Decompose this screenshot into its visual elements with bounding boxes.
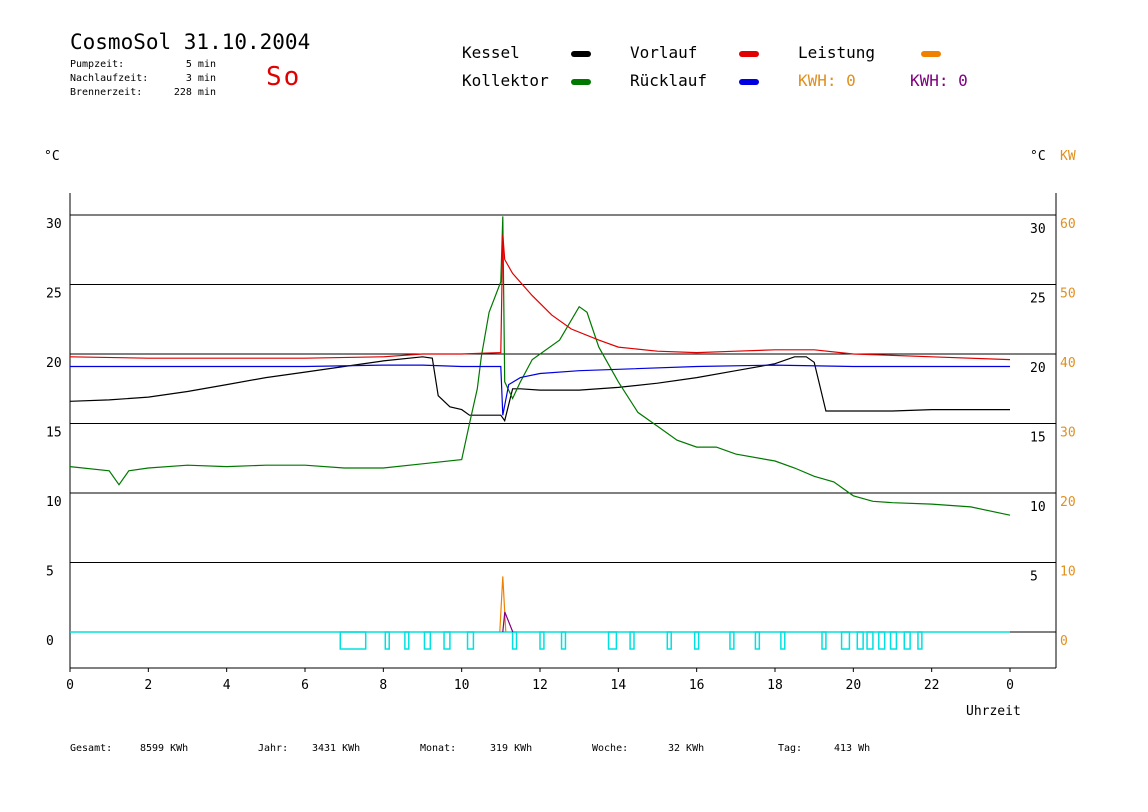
pump-pulse [917, 631, 923, 650]
y-tick-label-left: 30 [46, 217, 62, 232]
x-tick-label: 22 [924, 678, 940, 693]
grid-lines [70, 214, 1056, 563]
y-tick-label-right: 30 [1030, 222, 1046, 237]
y-axis-unit-right: °C [1030, 149, 1046, 164]
pump-pulse [780, 631, 786, 650]
footer-jahr-label: Jahr: [258, 743, 289, 754]
pump-pulse [607, 631, 618, 650]
power-spike [499, 576, 507, 633]
pump-pulse [539, 631, 545, 650]
x-tick-label: 0 [66, 678, 74, 693]
pump-pulse [384, 631, 390, 650]
y-tick-label-right: 25 [1030, 292, 1046, 307]
pump-pulse [693, 631, 700, 650]
x-tick-label: 14 [611, 678, 627, 693]
y-tick-label-left: 15 [46, 426, 62, 441]
series-line-vorlauf [69, 234, 1011, 361]
chart-axes [69, 193, 1057, 669]
x-tick-label: 12 [532, 678, 548, 693]
pump-pulse [840, 631, 851, 650]
tick-labels: 0 2 4 6 8 10 12 14 16 18 20 22 0 0 5 10 15 20 25 30 5 10 15 20 2… [46, 217, 1076, 693]
y-tick-label-kw: 10 [1060, 565, 1076, 580]
pump-pulse [856, 631, 864, 650]
pump-pulse [404, 631, 410, 650]
x-tick-label: 0 [1006, 678, 1014, 693]
footer-gesamt-label: Gesamt: [70, 743, 113, 754]
pump-pulse [754, 631, 761, 650]
pump-pulse [629, 631, 635, 650]
y-tick-label-kw: 60 [1060, 217, 1076, 232]
pump-pulse [443, 631, 451, 650]
y-tick-label-left: 10 [46, 495, 62, 510]
footer-jahr-value: 3431 KWh [312, 743, 361, 754]
y-tick-label-kw: 20 [1060, 495, 1076, 510]
power-spike-secondary [502, 611, 514, 633]
y-tick-label-right: 10 [1030, 500, 1046, 515]
y-tick-label-kw: 40 [1060, 356, 1076, 371]
y-tick-label-left: 20 [46, 356, 62, 371]
pump-pulse [560, 631, 567, 650]
y-tick-label-right: 15 [1030, 431, 1046, 446]
y-tick-label-left: 25 [46, 287, 62, 302]
y-tick-label-left: 5 [46, 565, 54, 580]
x-tick-label: 16 [689, 678, 705, 693]
x-axis-label: Uhrzeit [966, 704, 1021, 719]
temperature-chart: 0 2 4 6 8 10 12 14 16 18 20 22 0 0 5 10 15 20 25 30 5 10 15 20 2… [44, 149, 1076, 719]
pump-pulse [666, 631, 672, 650]
y-axis-unit-kw: KW [1060, 149, 1076, 164]
y-tick-label-right: 20 [1030, 361, 1046, 376]
x-tick-label: 4 [223, 678, 231, 693]
footer-gesamt-value: 8599 KWh [140, 743, 189, 754]
x-tick-label: 8 [379, 678, 387, 693]
x-tick-label: 10 [454, 678, 470, 693]
pump-pulses [70, 631, 1010, 650]
y-axis-unit-left: °C [44, 149, 60, 164]
footer-monat-value: 319 KWh [490, 743, 533, 754]
pump-pulse [866, 631, 874, 650]
footer-woche-value: 32 KWh [668, 743, 705, 754]
series-lines [69, 216, 1011, 633]
y-tick-label-left: 0 [46, 634, 54, 649]
x-tick-label: 18 [767, 678, 783, 693]
y-tick-label-kw: 30 [1060, 426, 1076, 441]
pump-pulse [878, 631, 886, 650]
y-tick-label-kw: 0 [1060, 634, 1068, 649]
series-line-kollektor [69, 216, 1011, 516]
pump-pulse [729, 631, 735, 650]
pump-pulse [903, 631, 911, 650]
footer-tag-value: 413 Wh [834, 743, 871, 754]
pump-pulse [466, 631, 475, 650]
footer-monat-label: Monat: [420, 743, 457, 754]
pump-pulse [889, 631, 898, 650]
x-tick-label: 20 [846, 678, 862, 693]
footer-tag-label: Tag: [778, 743, 803, 754]
pump-pulse [423, 631, 432, 650]
x-tick-label: 6 [301, 678, 309, 693]
y-tick-label-right: 5 [1030, 570, 1038, 585]
pump-pulse [511, 631, 518, 650]
x-tick-label: 2 [144, 678, 152, 693]
footer-woche-label: Woche: [592, 743, 629, 754]
y-tick-label-kw: 50 [1060, 287, 1076, 302]
pump-pulse [821, 631, 827, 650]
pump-pulse [339, 631, 367, 650]
